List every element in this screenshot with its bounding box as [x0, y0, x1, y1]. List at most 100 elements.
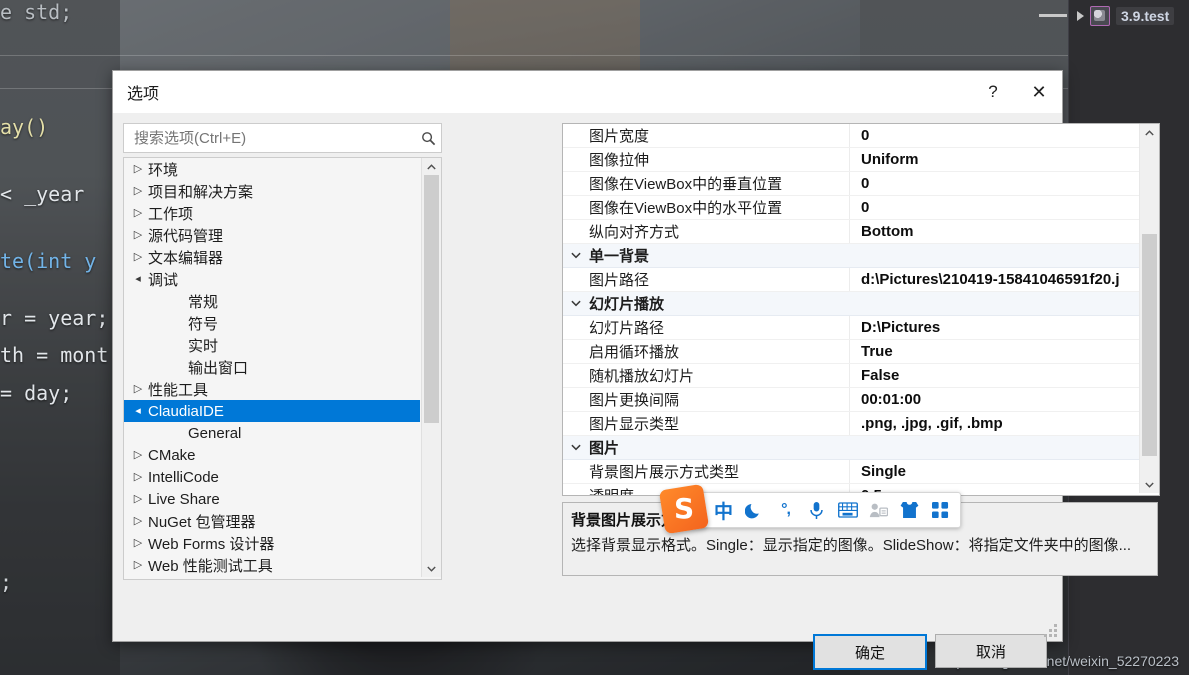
chevron-right-icon[interactable]: ▷	[128, 472, 148, 483]
chevron-right-icon[interactable]: ▷	[128, 516, 148, 527]
chevron-down-icon[interactable]: ◂	[128, 406, 148, 417]
scroll-down-icon[interactable]	[422, 560, 441, 577]
search-icon[interactable]	[415, 131, 441, 146]
options-dialog[interactable]: 选项 ? ✕ ▷环境▷项目和解决方案▷工作项▷源代码管理▷文本编辑器◂调试常规符…	[112, 70, 1063, 642]
night-mode-icon[interactable]	[739, 494, 770, 526]
chevron-right-icon[interactable]: ▷	[128, 494, 148, 505]
scroll-up-icon[interactable]	[422, 158, 441, 175]
tree-item-live-share[interactable]: ▷Live Share	[124, 488, 420, 510]
tree-item-输出窗口[interactable]: 输出窗口	[124, 356, 420, 378]
search-input[interactable]	[132, 124, 415, 152]
tree-item-label: 工作项	[148, 203, 193, 224]
tree-item-环境[interactable]: ▷环境	[124, 158, 420, 180]
chevron-right-icon[interactable]: ▷	[128, 560, 148, 571]
chevron-right-icon[interactable]: ▷	[128, 450, 148, 461]
user-account-icon[interactable]	[863, 494, 894, 526]
property-value[interactable]: False	[850, 367, 1140, 384]
chevron-down-icon[interactable]: ◂	[128, 274, 148, 285]
property-grid-scrollbar[interactable]	[1139, 124, 1159, 493]
help-button[interactable]: ?	[970, 71, 1016, 113]
property-category-row[interactable]: 幻灯片播放	[563, 292, 1140, 316]
property-row[interactable]: 随机播放幻灯片False	[563, 364, 1140, 388]
property-row[interactable]: 图片路径d:\Pictures\210419-15841046591f20.j	[563, 268, 1140, 292]
tree-item-项目和解决方案[interactable]: ▷项目和解决方案	[124, 180, 420, 202]
property-value[interactable]: .png, .jpg, .gif, .bmp	[850, 415, 1140, 432]
punctuation-mode-icon[interactable]: °,	[770, 494, 801, 526]
tree-item-实时[interactable]: 实时	[124, 334, 420, 356]
voice-input-icon[interactable]	[801, 494, 832, 526]
tree-scrollbar-thumb[interactable]	[424, 175, 439, 423]
cancel-button[interactable]: 取消	[935, 634, 1047, 668]
property-row[interactable]: 图片显示类型.png, .jpg, .gif, .bmp	[563, 412, 1140, 436]
chevron-down-icon[interactable]	[563, 444, 589, 451]
solution-explorer-item[interactable]: 3.9.test	[1077, 6, 1174, 26]
tree-item-文本编辑器[interactable]: ▷文本编辑器	[124, 246, 420, 268]
property-row[interactable]: 启用循环播放True	[563, 340, 1140, 364]
sogou-ime-toolbar[interactable]: S 中 °,	[673, 492, 961, 528]
ok-button[interactable]: 确定	[813, 634, 927, 670]
tree-item-源代码管理[interactable]: ▷源代码管理	[124, 224, 420, 246]
tree-item-性能工具[interactable]: ▷性能工具	[124, 378, 420, 400]
tree-item-工作项[interactable]: ▷工作项	[124, 202, 420, 224]
dialog-titlebar[interactable]: 选项 ? ✕	[113, 71, 1062, 113]
tree-item-general[interactable]: General	[124, 422, 420, 444]
tree-item-调试[interactable]: ◂调试	[124, 268, 420, 290]
property-value[interactable]: 0	[850, 199, 1140, 216]
chevron-down-icon[interactable]	[563, 252, 589, 259]
property-row[interactable]: 图像在ViewBox中的水平位置0	[563, 196, 1140, 220]
search-box[interactable]	[123, 123, 442, 153]
tree-scrollbar[interactable]	[421, 158, 441, 577]
soft-keyboard-icon[interactable]	[832, 494, 863, 526]
chevron-right-icon[interactable]: ▷	[128, 538, 148, 549]
property-value[interactable]: 00:01:00	[850, 391, 1140, 408]
property-grid[interactable]: 图片宽度0图像拉伸Uniform图像在ViewBox中的垂直位置0图像在View…	[562, 123, 1160, 496]
chevron-right-icon[interactable]: ▷	[128, 384, 148, 395]
tree-item-web-forms-设计器[interactable]: ▷Web Forms 设计器	[124, 532, 420, 554]
skin-icon[interactable]	[894, 494, 925, 526]
property-value[interactable]: Single	[850, 463, 1140, 480]
property-category-row[interactable]: 单一背景	[563, 244, 1140, 268]
close-button[interactable]: ✕	[1016, 71, 1062, 113]
tree-item-cmake[interactable]: ▷CMake	[124, 444, 420, 466]
property-row[interactable]: 图片宽度0	[563, 124, 1140, 148]
property-row[interactable]: 幻灯片路径D:\Pictures	[563, 316, 1140, 340]
property-grid-scrollbar-thumb[interactable]	[1142, 234, 1157, 456]
chevron-right-icon[interactable]: ▷	[128, 252, 148, 263]
property-value[interactable]: True	[850, 343, 1140, 360]
property-row[interactable]: 图像在ViewBox中的垂直位置0	[563, 172, 1140, 196]
property-category-row[interactable]: 图片	[563, 436, 1140, 460]
tree-item-nuget-包管理器[interactable]: ▷NuGet 包管理器	[124, 510, 420, 532]
tree-item-intellicode[interactable]: ▷IntelliCode	[124, 466, 420, 488]
resize-grip[interactable]	[1044, 624, 1058, 638]
property-value[interactable]: Bottom	[850, 223, 1140, 240]
menu-icon[interactable]	[925, 494, 956, 526]
chevron-right-icon[interactable]: ▷	[128, 186, 148, 197]
tree-item-常规[interactable]: 常规	[124, 290, 420, 312]
property-value[interactable]: D:\Pictures	[850, 319, 1140, 336]
property-row[interactable]: 纵向对齐方式Bottom	[563, 220, 1140, 244]
sogou-logo-icon[interactable]: S	[659, 484, 709, 534]
minimize-button[interactable]	[1039, 14, 1067, 17]
scroll-up-icon[interactable]	[1140, 124, 1159, 141]
chevron-down-icon[interactable]	[563, 300, 589, 307]
property-row[interactable]: 背景图片展示方式类型Single	[563, 460, 1140, 484]
tree-item-web-性能测试工具[interactable]: ▷Web 性能测试工具	[124, 554, 420, 576]
chevron-right-icon[interactable]: ▷	[128, 208, 148, 219]
tree-item-claudiaide[interactable]: ◂ClaudiaIDE	[124, 400, 420, 422]
chevron-right-icon[interactable]: ▷	[128, 164, 148, 175]
property-value[interactable]: Uniform	[850, 151, 1140, 168]
tree-item-符号[interactable]: 符号	[124, 312, 420, 334]
property-row[interactable]: 图像拉伸Uniform	[563, 148, 1140, 172]
scroll-down-icon[interactable]	[1140, 476, 1159, 493]
property-name: 纵向对齐方式	[589, 221, 849, 242]
chinese-mode-icon[interactable]: 中	[708, 494, 739, 526]
code-line: ;	[0, 570, 12, 594]
chevron-right-icon[interactable]: ▷	[128, 230, 148, 241]
options-tree-panel[interactable]: ▷环境▷项目和解决方案▷工作项▷源代码管理▷文本编辑器◂调试常规符号实时输出窗口…	[123, 157, 442, 580]
property-value[interactable]: 0	[850, 127, 1140, 144]
property-row[interactable]: 图片更换间隔00:01:00	[563, 388, 1140, 412]
chevron-right-icon[interactable]	[1077, 11, 1084, 21]
property-name: 图片显示类型	[589, 413, 849, 434]
property-value[interactable]: 0	[850, 175, 1140, 192]
property-value[interactable]: d:\Pictures\210419-15841046591f20.j	[850, 271, 1140, 288]
